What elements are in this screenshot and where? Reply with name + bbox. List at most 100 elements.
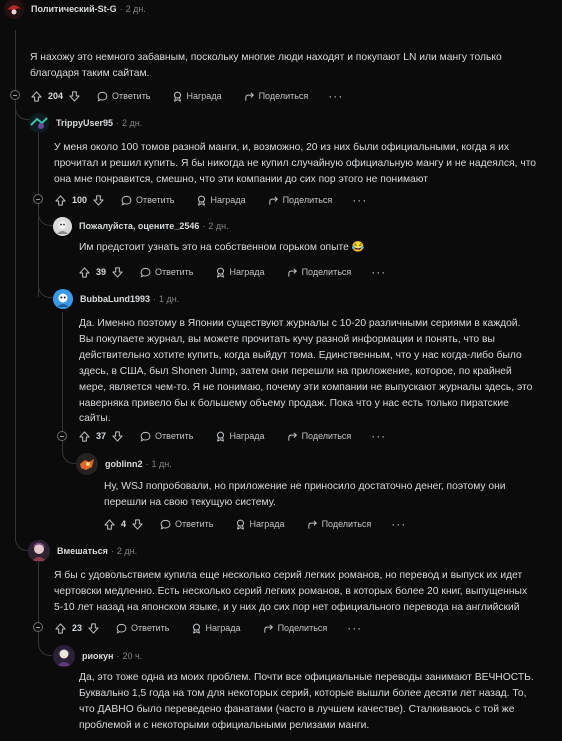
collapse-minus-icon[interactable] (33, 622, 43, 632)
share-button[interactable]: Поделиться (287, 431, 351, 442)
avatar[interactable] (53, 289, 73, 309)
upvote-arrow-icon (55, 194, 66, 206)
author-name[interactable]: BubbaLund1993 (80, 294, 150, 304)
comment-line: благодаря таким сайтам. (30, 67, 150, 79)
more-options-button[interactable]: ··· (328, 90, 343, 102)
upvote-button[interactable] (55, 622, 66, 634)
more-options-button[interactable]: ··· (352, 194, 367, 206)
timestamp[interactable]: 2 дн. (122, 118, 142, 128)
downvote-arrow-icon (69, 90, 80, 102)
comment-line: проблемой и с некоторыми официальными ре… (79, 719, 370, 731)
downvote-arrow-icon (93, 194, 104, 206)
share-arrow-icon (268, 195, 278, 205)
share-button[interactable]: Поделиться (307, 519, 371, 530)
reply-button[interactable]: Ответить (116, 623, 170, 634)
share-button[interactable]: Поделиться (244, 91, 308, 102)
downvote-button[interactable] (93, 194, 104, 206)
share-button[interactable]: Поделиться (287, 267, 351, 278)
downvote-button[interactable] (132, 518, 143, 530)
reply-button[interactable]: Ответить (140, 267, 194, 278)
reply-button[interactable]: Ответить (97, 91, 151, 102)
reply-button[interactable]: Ответить (160, 519, 214, 530)
reply-button[interactable]: Ответить (121, 195, 175, 206)
downvote-button[interactable] (88, 622, 99, 634)
downvote-button[interactable] (69, 90, 80, 102)
timestamp[interactable]: 1 дн. (152, 459, 172, 469)
collapse-minus-icon[interactable] (33, 194, 43, 204)
timestamp[interactable]: 2 дн. (126, 4, 146, 14)
author-name[interactable]: TrippyUser95 (56, 118, 113, 128)
timestamp[interactable]: 20 ч. (122, 651, 142, 661)
vote-count: 204 (48, 91, 64, 101)
award-button[interactable]: Награда (215, 267, 265, 278)
timestamp[interactable]: 2 дн. (117, 546, 137, 556)
thread-line[interactable] (62, 312, 63, 436)
more-options-button[interactable]: ··· (391, 518, 406, 530)
avatar[interactable] (4, 0, 24, 19)
timestamp[interactable]: 1 дн. (159, 294, 179, 304)
reply-button[interactable]: Ответить (140, 431, 194, 442)
speech-bubble-icon (140, 431, 151, 442)
comment-thread: Политический-St-G · 2 дн. Я нахожу это н… (0, 0, 562, 741)
award-button[interactable]: Награда (215, 431, 265, 442)
upvote-arrow-icon (104, 518, 115, 530)
author-name[interactable]: Политический-St-G (31, 4, 117, 14)
vote-count: 4 (121, 519, 127, 529)
award-button[interactable]: Награда (172, 91, 222, 102)
comment-actions: 23 Ответить Награда Поделиться ··· (55, 620, 362, 636)
comment-line: Буквально 1,5 года на том для некоторых … (79, 687, 527, 699)
comment-line: что ДАВНО было переведено фанатами (част… (79, 703, 515, 715)
award-button[interactable]: Награда (235, 519, 285, 530)
comment-body: Им предстоит узнать это на собственном г… (79, 240, 365, 256)
award-button[interactable]: Награда (191, 623, 241, 634)
thread-line[interactable] (15, 100, 16, 535)
thread-line[interactable] (38, 562, 39, 626)
collapse-minus-icon[interactable] (10, 90, 20, 100)
share-button[interactable]: Поделиться (263, 623, 327, 634)
author-name[interactable]: Вмешаться (57, 546, 108, 556)
author-name[interactable]: риокун (82, 651, 113, 661)
avatar[interactable] (53, 216, 72, 236)
comment-line: чертовски медленно. Есть несколько серий… (54, 585, 528, 597)
upvote-button[interactable] (104, 518, 115, 530)
award-ribbon-icon (216, 431, 224, 442)
more-options-button[interactable]: ··· (347, 622, 362, 634)
collapse-minus-icon[interactable] (57, 431, 67, 441)
thread-line[interactable] (15, 30, 16, 94)
separator: · (153, 294, 157, 304)
timestamp[interactable]: 2 дн. (208, 221, 228, 231)
upvote-button[interactable] (79, 266, 90, 278)
share-arrow-icon (307, 519, 317, 529)
comment-actions: 37 Ответить Награда Поделиться ··· (79, 428, 386, 444)
vote-count: 39 (96, 267, 107, 277)
avatar[interactable] (53, 645, 75, 667)
downvote-arrow-icon (88, 622, 99, 634)
comment-header: goblinn2 · 1 дн. (76, 453, 172, 475)
author-name[interactable]: goblinn2 (105, 459, 143, 469)
downvote-button[interactable] (112, 430, 123, 442)
separator: · (145, 459, 149, 469)
avatar[interactable] (29, 113, 49, 133)
comment-line: наверняка привело бы к большему объему п… (79, 397, 509, 409)
upvote-button[interactable] (31, 90, 42, 102)
author-name[interactable]: Пожалуйста, оцените_2546 (79, 221, 199, 231)
avatar[interactable] (76, 453, 98, 475)
award-ribbon-icon (173, 91, 181, 102)
upvote-arrow-icon (79, 430, 90, 442)
comment-line: Да, это тоже одна из моих проблем. Почти… (79, 672, 534, 683)
share-button[interactable]: Поделиться (268, 195, 332, 206)
comment-line: Да. Именно поэтому в Японии существуют ж… (79, 318, 521, 329)
more-options-button[interactable]: ··· (371, 266, 386, 278)
upvote-button[interactable] (79, 430, 90, 442)
downvote-button[interactable] (112, 266, 123, 278)
comment-body: Да, это тоже одна из моих проблем. Почти… (79, 670, 534, 734)
downvote-arrow-icon (112, 430, 123, 442)
share-arrow-icon (244, 91, 254, 101)
more-options-button[interactable]: ··· (371, 430, 386, 442)
separator: · (116, 651, 120, 661)
upvote-button[interactable] (55, 194, 66, 206)
avatar[interactable] (28, 540, 50, 562)
comment-actions: 39 Ответить Награда Поделиться ··· (79, 264, 386, 280)
thread-line[interactable] (38, 132, 39, 199)
award-button[interactable]: Награда (196, 195, 246, 206)
